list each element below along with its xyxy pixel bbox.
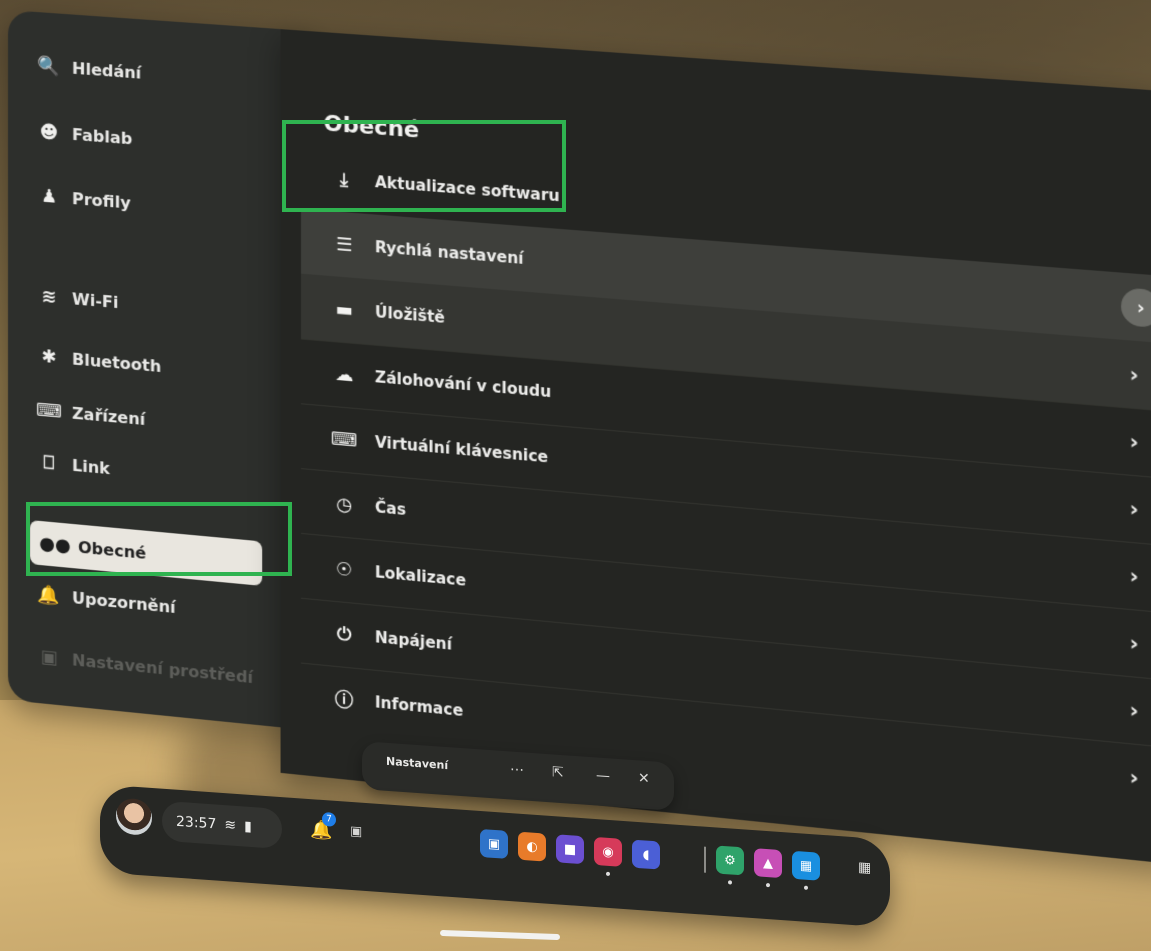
cloud-backup-icon: ☁ xyxy=(334,363,354,386)
more-options-icon[interactable]: ⋯ xyxy=(510,761,524,778)
dock-separator xyxy=(704,846,706,873)
app-grid-icon[interactable]: ▦ xyxy=(858,859,871,876)
chevron-right-icon[interactable]: › xyxy=(1121,287,1151,329)
sidebar-item-link[interactable]: ⎕ Link xyxy=(38,451,110,480)
battery-icon: ▮ xyxy=(244,818,252,835)
devices-icon: ⌨ xyxy=(35,398,62,423)
user-avatar-icon: ☻ xyxy=(39,120,59,144)
resize-icon[interactable]: ⇱ xyxy=(552,764,564,781)
sidebar-item-label: Zařízení xyxy=(72,403,146,429)
bluetooth-icon: ✱ xyxy=(41,345,57,368)
info-icon: ⓘ xyxy=(334,689,354,713)
row-label: Virtuální klávesnice xyxy=(374,432,549,467)
sidebar-item-wifi[interactable]: ≋ Wi-Fi xyxy=(38,284,118,313)
status-pill[interactable]: 23:57 ≋ ▮ xyxy=(162,800,282,850)
sidebar-item-notifications[interactable]: 🔔 Upozornění xyxy=(38,583,176,618)
notification-badge: 7 xyxy=(322,811,336,827)
app-icon-store[interactable]: ▣ xyxy=(480,828,508,859)
highlight-box-software-update xyxy=(282,120,566,212)
wifi-icon: ≋ xyxy=(41,285,57,308)
app-icon-browser[interactable]: ◖ xyxy=(632,839,660,870)
clock-icon: ◷ xyxy=(335,492,353,516)
row-label: Informace xyxy=(374,693,464,721)
wifi-icon: ≋ xyxy=(224,817,237,834)
row-label: Čas xyxy=(374,498,406,520)
bell-icon: 🔔 xyxy=(37,583,61,607)
globe-icon: ☉ xyxy=(335,557,353,581)
sidebar-item-environment[interactable]: ▣ Nastavení prostředí xyxy=(38,645,253,688)
gear-icon[interactable]: ⚙ xyxy=(716,845,744,876)
row-label: Napájení xyxy=(374,628,453,654)
sidebar-item-user[interactable]: ☻ Fablab xyxy=(38,120,133,149)
sliders-icon: ☰ xyxy=(335,233,353,256)
windows-icon[interactable]: ▦ xyxy=(792,850,820,881)
chevron-right-icon: › xyxy=(1129,629,1139,656)
clock-time: 23:57 xyxy=(176,813,217,833)
settings-sidebar: 🔍 Hledání ☻ Fablab ♟ Profily ≋ Wi-Fi ✱ B… xyxy=(8,10,312,731)
minimize-icon[interactable]: — xyxy=(596,767,610,784)
running-indicator xyxy=(804,885,808,890)
sidebar-item-label: Profily xyxy=(72,188,131,213)
app-icon-chat[interactable]: ■ xyxy=(556,834,584,865)
sidebar-item-bluetooth[interactable]: ✱ Bluetooth xyxy=(38,345,161,378)
row-label: Rychlá nastavení xyxy=(374,237,524,269)
sidebar-item-devices[interactable]: ⌨ Zařízení xyxy=(35,398,146,430)
storage-icon: ▬ xyxy=(335,298,353,321)
power-icon: ⏻ xyxy=(336,622,352,646)
link-icon: ⎕ xyxy=(43,451,55,474)
settings-window: 🔍 Hledání ☻ Fablab ♟ Profily ≋ Wi-Fi ✱ B… xyxy=(8,10,1151,866)
chevron-right-icon: › xyxy=(1129,495,1139,522)
group-icon: ♟ xyxy=(40,185,58,208)
sidebar-item-label: Nastavení prostředí xyxy=(72,649,254,687)
sidebar-item-label: Wi-Fi xyxy=(72,288,119,312)
app-icon-gallery[interactable]: ▲ xyxy=(754,848,782,879)
window-title: Nastavení xyxy=(386,754,449,773)
sidebar-item-label: Link xyxy=(72,455,110,478)
running-indicator xyxy=(606,871,610,877)
capture-icon[interactable]: ▣ xyxy=(350,824,362,840)
highlight-box-general xyxy=(26,502,292,576)
chevron-right-icon: › xyxy=(1129,361,1139,388)
sidebar-item-label: Fablab xyxy=(72,124,133,148)
sidebar-item-label: Hledání xyxy=(72,58,142,83)
running-indicator xyxy=(728,880,732,885)
chevron-right-icon: › xyxy=(1129,562,1139,589)
close-icon[interactable]: ✕ xyxy=(638,770,650,787)
chevron-right-icon: › xyxy=(1129,697,1139,724)
sidebar-item-label: Upozornění xyxy=(72,587,176,617)
sidebar-item-search[interactable]: 🔍 Hledání xyxy=(37,54,142,84)
camera-icon[interactable]: ◉ xyxy=(594,836,622,867)
environment-icon: ▣ xyxy=(40,645,58,669)
search-icon: 🔍 xyxy=(37,54,61,78)
sidebar-item-profiles[interactable]: ♟ Profily xyxy=(38,184,131,213)
avatar[interactable] xyxy=(116,797,152,837)
chevron-right-icon: › xyxy=(1129,428,1139,455)
chevron-right-icon: › xyxy=(1129,764,1139,791)
row-label: Zálohování v cloudu xyxy=(374,367,552,402)
sidebar-item-label: Bluetooth xyxy=(72,348,162,376)
row-label: Lokalizace xyxy=(374,563,467,590)
keyboard-icon: ⌨ xyxy=(330,427,358,452)
running-indicator xyxy=(766,882,770,888)
row-label: Úložiště xyxy=(374,302,445,327)
app-icon-lock[interactable]: ◐ xyxy=(518,831,546,862)
